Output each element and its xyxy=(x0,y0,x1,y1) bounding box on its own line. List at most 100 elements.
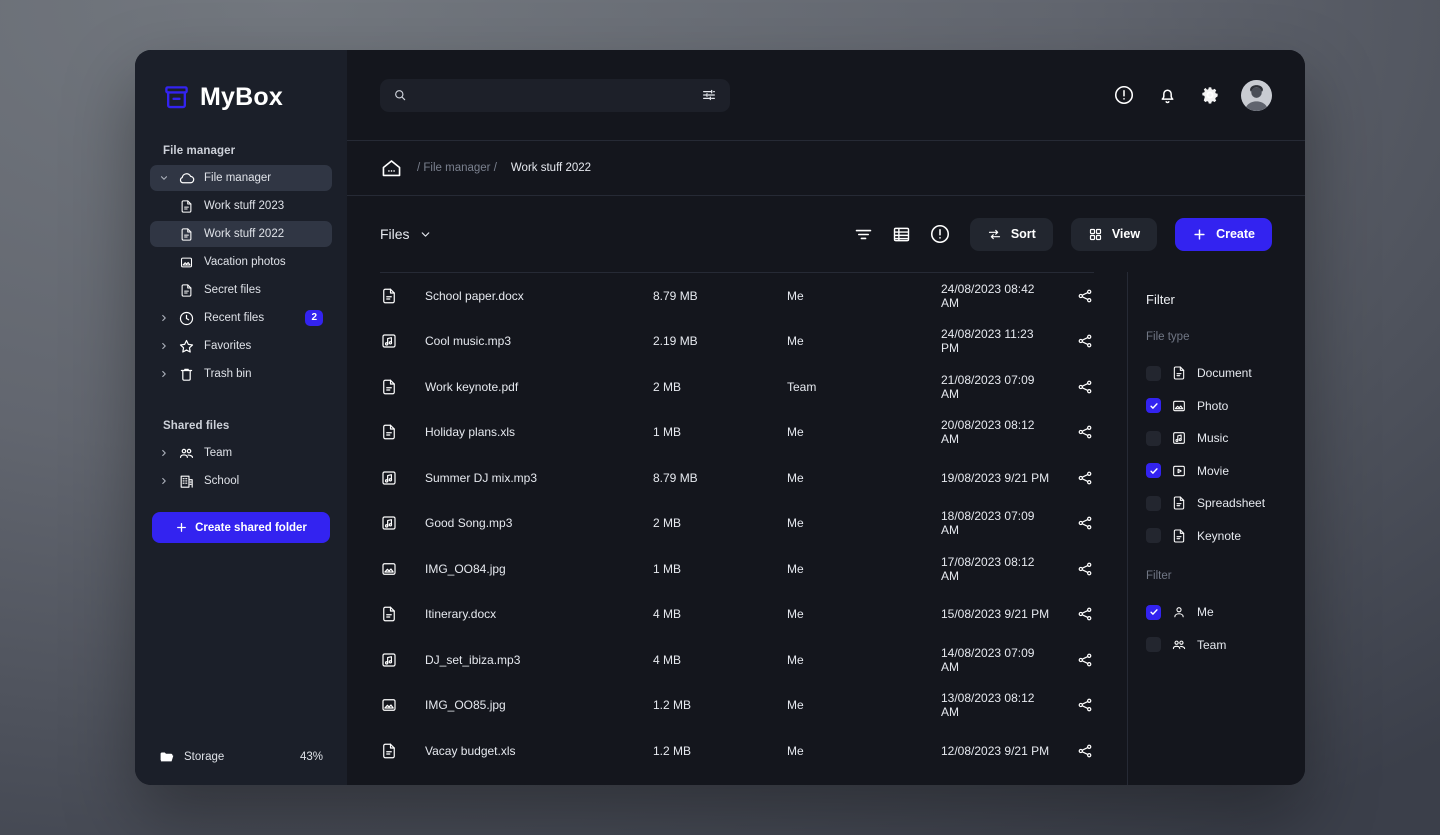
file-row[interactable]: Holiday plans.xls 1 MB Me 20/08/2023 08:12 … xyxy=(380,410,1094,456)
checkbox[interactable] xyxy=(1146,495,1161,511)
filter-file-type-photo[interactable]: Photo xyxy=(1146,390,1305,423)
sidebar-item-file-manager[interactable]: File manager xyxy=(150,165,332,191)
movie-icon xyxy=(1171,463,1187,479)
list-view-icon[interactable] xyxy=(890,222,914,246)
checkbox[interactable] xyxy=(1146,637,1161,653)
checkbox[interactable] xyxy=(1146,463,1161,479)
file-row[interactable]: Work keynote.pdf 2 MB Team 21/08/2023 07:09… xyxy=(380,364,1094,410)
share-icon[interactable] xyxy=(1054,514,1094,532)
home-icon[interactable] xyxy=(380,157,403,180)
filter-option-label: Movie xyxy=(1197,463,1230,478)
share-icon[interactable] xyxy=(1054,469,1094,487)
file-date: 20/08/2023 08:12 AM xyxy=(941,418,1035,447)
share-icon[interactable] xyxy=(1054,423,1094,441)
sidebar-item-favorites[interactable]: Favorites xyxy=(150,333,332,359)
filter-file-type-document[interactable]: Document xyxy=(1146,357,1305,390)
document-icon xyxy=(380,605,425,623)
sidebar-item-badge: 2 xyxy=(305,310,323,326)
file-row[interactable]: Cool music.mp3 2.19 MB Me 24/08/2023 11:23 … xyxy=(380,319,1094,365)
breadcrumb-path[interactable]: / File manager / xyxy=(417,162,497,174)
sidebar-item-work-stuff-2023[interactable]: Work stuff 2023 xyxy=(150,193,332,219)
file-size: 2 MB xyxy=(653,379,682,394)
share-icon[interactable] xyxy=(1054,332,1094,350)
sort-button[interactable]: Sort xyxy=(969,217,1053,251)
file-name: IMG_OO85.jpg xyxy=(425,698,506,713)
file-owner: Me xyxy=(787,561,804,576)
share-icon[interactable] xyxy=(1054,378,1094,396)
share-icon[interactable] xyxy=(1054,560,1094,578)
music-icon xyxy=(1171,430,1187,446)
document-icon xyxy=(380,378,425,396)
file-row[interactable]: School paper.docx 8.79 MB Me 24/08/2023 08:… xyxy=(380,273,1094,319)
file-row[interactable]: DJ_set_ibiza.mp3 4 MB Me 14/08/2023 07:09 A… xyxy=(380,637,1094,683)
document-icon xyxy=(380,742,425,760)
file-row[interactable]: Summer DJ mix.mp3 8.79 MB Me 19/08/2023 9/2… xyxy=(380,455,1094,501)
share-icon[interactable] xyxy=(1054,287,1094,305)
share-icon[interactable] xyxy=(1054,651,1094,669)
filter-file-type-keynote[interactable]: Keynote xyxy=(1146,520,1305,553)
file-owner: Me xyxy=(787,652,804,667)
sidebar-item-vacation-photos[interactable]: Vacation photos xyxy=(150,249,332,275)
search-box[interactable] xyxy=(380,78,730,112)
breadcrumb-current: Work stuff 2022 xyxy=(510,162,592,174)
file-row[interactable]: Itinerary.docx 4 MB Me 15/08/2023 9/21 PM xyxy=(380,592,1094,638)
files-dropdown[interactable]: Files xyxy=(380,226,432,242)
file-name: Work keynote.pdf xyxy=(425,379,519,394)
view-button[interactable]: View xyxy=(1070,217,1158,251)
toolbar: Files Sort View Create xyxy=(347,196,1305,272)
photo-icon xyxy=(178,254,195,271)
file-name: School paper.docx xyxy=(425,288,524,303)
sidebar-item-secret-files[interactable]: Secret files xyxy=(150,277,332,303)
file-date: 21/08/2023 07:09 AM xyxy=(941,372,1035,401)
checkbox[interactable] xyxy=(1146,365,1161,381)
sidebar-item-work-stuff-2022[interactable]: Work stuff 2022 xyxy=(150,221,332,247)
folder-icon xyxy=(159,749,175,765)
sidebar-section-file-manager: File manager xyxy=(163,145,236,157)
sliders-icon[interactable] xyxy=(701,87,717,103)
brand: MyBox xyxy=(150,50,332,112)
checkbox[interactable] xyxy=(1146,398,1161,414)
trash-icon xyxy=(178,366,195,383)
brand-title: MyBox xyxy=(200,83,283,111)
share-icon[interactable] xyxy=(1054,696,1094,714)
user-avatar[interactable] xyxy=(1241,79,1272,111)
filter-file-type-movie[interactable]: Movie xyxy=(1146,455,1305,488)
file-list: School paper.docx 8.79 MB Me 24/08/2023 08:… xyxy=(380,273,1094,774)
sidebar-item-school[interactable]: School xyxy=(150,468,332,494)
file-row[interactable]: IMG_OO84.jpg 1 MB Me 17/08/2023 08:12 AM xyxy=(380,546,1094,592)
info-circle-icon[interactable] xyxy=(1112,83,1136,107)
filter-owner-team[interactable]: Team xyxy=(1146,629,1305,662)
music-icon xyxy=(380,332,425,350)
gear-icon[interactable] xyxy=(1198,83,1222,107)
filter-owner-label: Filter xyxy=(1146,570,1172,582)
share-icon[interactable] xyxy=(1054,742,1094,760)
create-shared-folder-button[interactable]: Create shared folder xyxy=(152,512,330,543)
sidebar-item-team[interactable]: Team xyxy=(150,440,332,466)
file-row[interactable]: IMG_OO85.jpg 1.2 MB Me 13/08/2023 08:12 AM xyxy=(380,683,1094,729)
filter-file-type-spreadsheet[interactable]: Spreadsheet xyxy=(1146,487,1305,520)
create-button[interactable]: Create xyxy=(1175,217,1272,251)
sidebar-item-label: Trash bin xyxy=(204,368,252,380)
checkbox[interactable] xyxy=(1146,604,1161,620)
info-circle-icon[interactable] xyxy=(928,222,952,246)
filter-file-type-music[interactable]: Music xyxy=(1146,422,1305,455)
bell-icon[interactable] xyxy=(1155,83,1179,107)
search-icon xyxy=(393,88,407,102)
file-row[interactable]: Vacay budget.xls 1.2 MB Me 12/08/2023 9/21 … xyxy=(380,728,1094,774)
checkbox[interactable] xyxy=(1146,528,1161,544)
file-name: Itinerary.docx xyxy=(425,607,497,622)
file-size: 2.19 MB xyxy=(653,334,698,349)
chevron-down-icon xyxy=(159,173,169,183)
filter-icon[interactable] xyxy=(852,222,876,246)
filter-option-label: Photo xyxy=(1197,398,1229,413)
storage-row[interactable]: Storage 43% xyxy=(150,749,332,765)
file-row[interactable]: Good Song.mp3 2 MB Me 18/08/2023 07:09 AM xyxy=(380,501,1094,547)
share-icon[interactable] xyxy=(1054,605,1094,623)
search-input[interactable] xyxy=(417,88,691,102)
sidebar-item-trash-bin[interactable]: Trash bin xyxy=(150,361,332,387)
file-owner: Me xyxy=(787,516,804,531)
filter-owner-me[interactable]: Me xyxy=(1146,596,1305,629)
sidebar-item-recent-files[interactable]: Recent files 2 xyxy=(150,305,332,331)
breadcrumb: / File manager / Work stuff 2022 xyxy=(347,141,1305,195)
checkbox[interactable] xyxy=(1146,430,1161,446)
